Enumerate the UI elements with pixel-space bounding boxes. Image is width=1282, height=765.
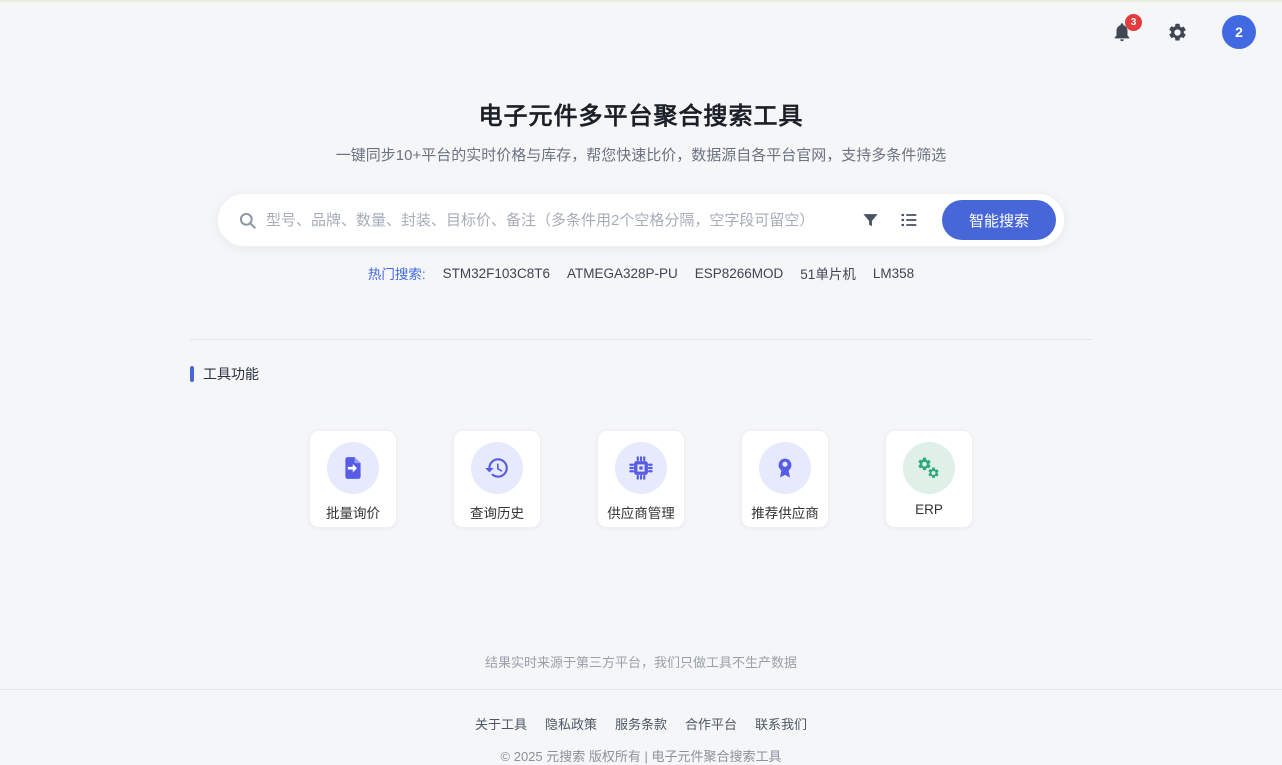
card-supplier-management[interactable]: 供应商管理: [597, 430, 685, 528]
footer-links: 关于工具 隐私政策 服务条款 合作平台 联系我们: [0, 714, 1282, 733]
card-erp[interactable]: ERP: [885, 430, 973, 528]
list-icon: [899, 210, 919, 230]
search-icon: [238, 211, 257, 230]
gear-icon: [1167, 22, 1188, 43]
settings-button[interactable]: [1167, 22, 1188, 43]
card-batch-inquiry[interactable]: 批量询价: [309, 430, 397, 528]
filter-button[interactable]: [852, 201, 890, 239]
history-icon: [484, 455, 510, 481]
hot-search-item[interactable]: LM358: [873, 266, 914, 281]
gears-icon: [916, 455, 943, 482]
card-query-history[interactable]: 查询历史: [453, 430, 541, 528]
topbar: 3 2: [0, 2, 1282, 52]
hot-search-item[interactable]: ESP8266MOD: [695, 266, 784, 281]
icon-circle: [615, 442, 667, 494]
disclaimer-text: 结果实时来源于第三方平台，我们只做工具不生产数据: [0, 652, 1282, 671]
icon-circle: [471, 442, 523, 494]
card-label: 查询历史: [470, 502, 524, 522]
footer-link-about[interactable]: 关于工具: [475, 714, 527, 733]
filter-funnel-icon: [861, 211, 880, 230]
hot-search-item[interactable]: ATMEGA328P-PU: [567, 266, 678, 281]
hot-search-label: 热门搜索:: [368, 263, 426, 283]
footer: 关于工具 隐私政策 服务条款 合作平台 联系我们 © 2025 元搜索 版权所有…: [0, 689, 1282, 765]
search-bar: 智能搜索: [217, 193, 1065, 247]
hot-search-item[interactable]: 51单片机: [800, 263, 856, 283]
icon-circle: [327, 442, 379, 494]
footer-link-terms[interactable]: 服务条款: [615, 714, 667, 733]
section-divider: [190, 339, 1092, 340]
icon-circle: [759, 442, 811, 494]
chip-icon: [628, 455, 654, 481]
tools-section-header: 工具功能: [190, 364, 1092, 384]
section-accent-bar: [190, 366, 194, 382]
card-label: ERP: [915, 502, 943, 517]
tool-cards-row: 批量询价 查询历史: [0, 430, 1282, 528]
card-label: 推荐供应商: [751, 502, 819, 522]
hero: 电子元件多平台聚合搜索工具 一键同步10+平台的实时价格与库存，帮您快速比价，数…: [0, 96, 1282, 165]
user-avatar[interactable]: 2: [1222, 15, 1256, 49]
list-view-button[interactable]: [890, 201, 928, 239]
notification-badge: 3: [1125, 14, 1142, 31]
footer-link-contact[interactable]: 联系我们: [755, 714, 807, 733]
page-subtitle: 一键同步10+平台的实时价格与库存，帮您快速比价，数据源自各平台官网，支持多条件…: [0, 144, 1282, 165]
notifications-button[interactable]: 3: [1111, 21, 1133, 43]
hot-search-row: 热门搜索: STM32F103C8T6 ATMEGA328P-PU ESP826…: [0, 263, 1282, 283]
hot-search-item[interactable]: STM32F103C8T6: [443, 266, 550, 281]
card-label: 批量询价: [326, 502, 380, 522]
card-recommended-suppliers[interactable]: 推荐供应商: [741, 430, 829, 528]
card-label: 供应商管理: [607, 502, 675, 522]
footer-link-partners[interactable]: 合作平台: [685, 714, 737, 733]
award-icon: [772, 455, 798, 481]
file-import-icon: [340, 455, 366, 481]
footer-link-privacy[interactable]: 隐私政策: [545, 714, 597, 733]
tools-section-title: 工具功能: [203, 364, 259, 384]
icon-circle: [903, 442, 955, 494]
search-input[interactable]: [266, 212, 852, 229]
page-title: 电子元件多平台聚合搜索工具: [0, 96, 1282, 131]
smart-search-button[interactable]: 智能搜索: [942, 200, 1056, 240]
